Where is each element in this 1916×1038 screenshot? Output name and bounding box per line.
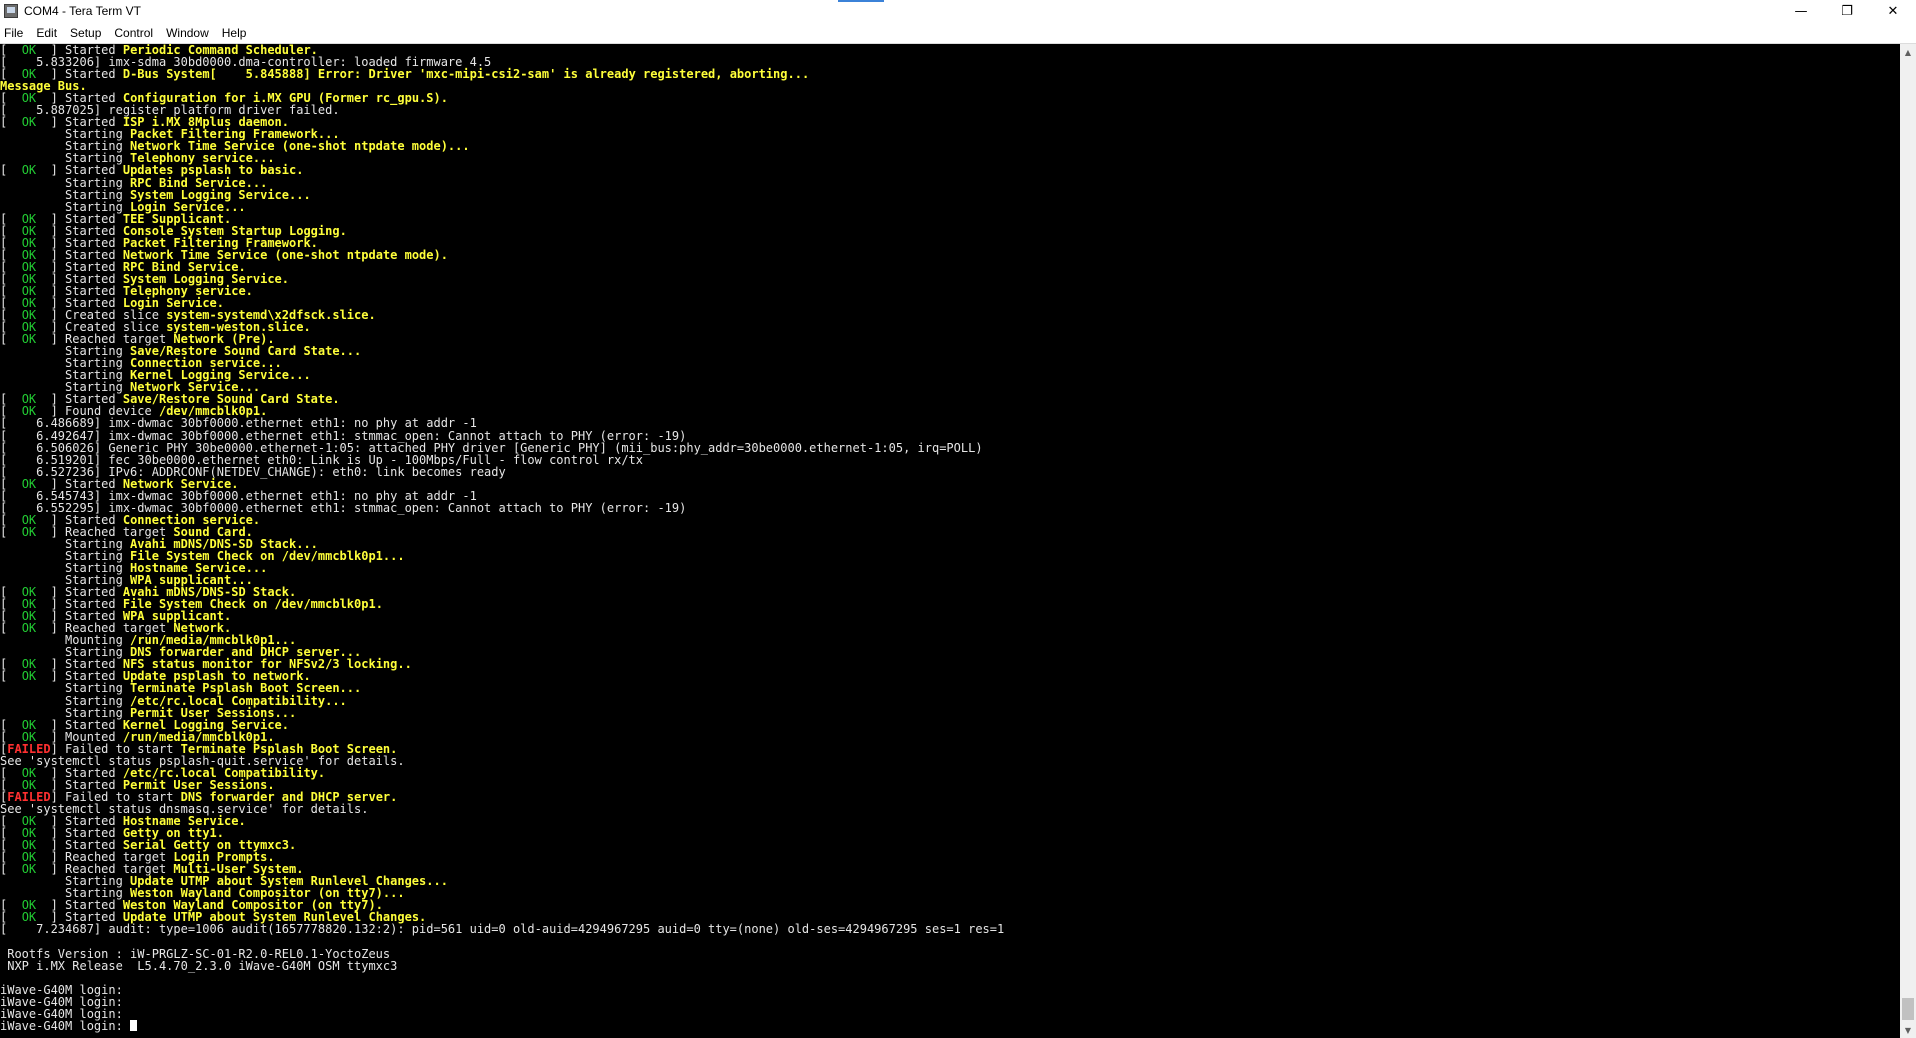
terminal-output: [ OK ] Started Periodic Command Schedule… [0, 44, 1004, 1032]
restore-button[interactable]: ❐ [1824, 0, 1870, 22]
scroll-thumb[interactable] [1902, 998, 1914, 1020]
menu-window[interactable]: Window [162, 26, 218, 40]
terminal-line: iWave-G40M login: [0, 984, 1004, 996]
terminal-text: D-Bus System[ 5.845888] Error: Driver 'm… [122, 67, 810, 82]
terminal-line: iWave-G40M login: [0, 1008, 1004, 1020]
menu-bar: File Edit Setup Control Window Help [0, 22, 1916, 44]
terminal-line: NXP i.MX Release L5.4.70_2.3.0 iWave-G40… [0, 960, 1004, 972]
terminal-line: iWave-G40M login: [0, 1020, 1004, 1032]
menu-help[interactable]: Help [218, 26, 256, 40]
menu-control[interactable]: Control [110, 26, 162, 40]
window-controls: — ❐ ✕ [1778, 0, 1916, 22]
close-button[interactable]: ✕ [1870, 0, 1916, 22]
minimize-button[interactable]: — [1778, 0, 1824, 22]
terminal-text: [ 7.234687] audit: type=1006 audit(16577… [0, 922, 1005, 937]
menu-edit[interactable]: Edit [32, 26, 66, 40]
menu-file[interactable]: File [0, 26, 32, 40]
teraterm-app-icon[interactable] [4, 4, 18, 18]
window-title: COM4 - Tera Term VT [24, 4, 141, 18]
scroll-up-icon[interactable]: ▲ [1900, 44, 1916, 60]
terminal-line: [ 7.234687] audit: type=1006 audit(16577… [0, 923, 1004, 935]
menu-setup[interactable]: Setup [66, 26, 110, 40]
terminal-screen[interactable]: [ OK ] Started Periodic Command Schedule… [0, 44, 1900, 1038]
vertical-scrollbar[interactable]: ▲ ▼ [1900, 44, 1916, 1038]
title-accent-bar [838, 0, 884, 2]
terminal-line: iWave-G40M login: [0, 996, 1004, 1008]
terminal-text: iWave-G40M login: [0, 1018, 131, 1033]
scroll-down-icon[interactable]: ▼ [1900, 1022, 1916, 1038]
title-bar[interactable]: COM4 - Tera Term VT — ❐ ✕ [0, 0, 1916, 22]
terminal-line: [ OK ] Started D-Bus System[ 5.845888] E… [0, 68, 1004, 80]
terminal-text: NXP i.MX Release L5.4.70_2.3.0 iWave-G40… [0, 958, 398, 973]
terminal-cursor [130, 1019, 138, 1031]
